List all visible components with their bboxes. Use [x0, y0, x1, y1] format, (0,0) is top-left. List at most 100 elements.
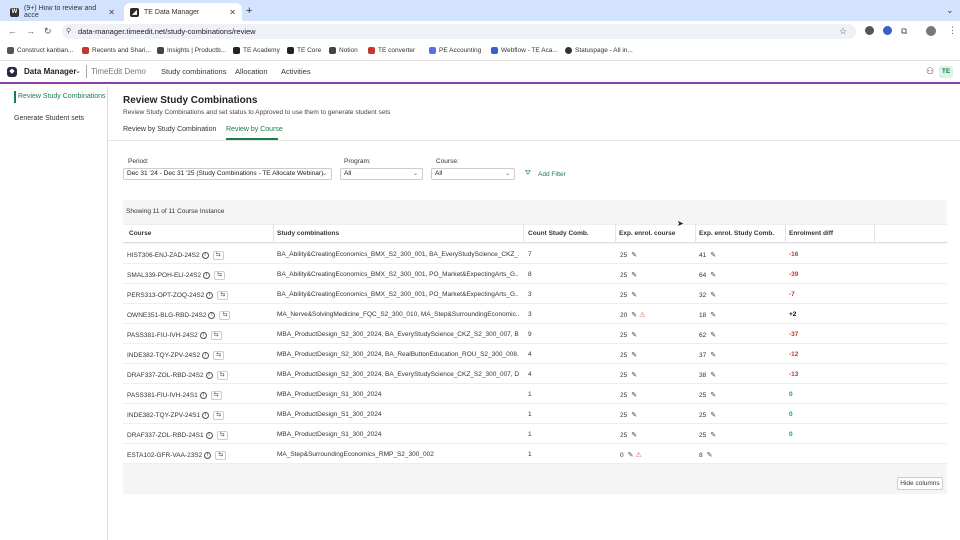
- info-icon[interactable]: i: [205, 372, 213, 379]
- edit-pencil-icon[interactable]: ✎: [631, 371, 637, 379]
- info-icon[interactable]: i: [204, 452, 212, 459]
- edit-pencil-icon[interactable]: ✎: [710, 331, 716, 339]
- program-select[interactable]: All ⌄: [340, 168, 423, 180]
- info-icon[interactable]: i: [201, 252, 209, 259]
- edit-pencil-icon[interactable]: ✎: [631, 351, 637, 359]
- product-chevron-down-icon[interactable]: ⌄: [75, 67, 81, 75]
- bookmark-item[interactable]: PE Accounting: [429, 47, 481, 54]
- nav-allocation[interactable]: Allocation: [235, 67, 268, 76]
- info-icon[interactable]: i: [202, 412, 210, 419]
- hide-columns-button[interactable]: Hide columns: [897, 477, 943, 490]
- extensions-puzzle-icon[interactable]: ⧉: [901, 26, 907, 37]
- column-header-exp-enrol-study-comb[interactable]: Exp. enrol. Study Comb.: [699, 230, 774, 237]
- table-row[interactable]: [123, 364, 947, 384]
- add-filter-button[interactable]: Add Filter: [538, 171, 566, 178]
- edit-pencil-icon[interactable]: ✎: [631, 311, 637, 319]
- swap-arrows-icon[interactable]: ⇆: [216, 371, 228, 380]
- edit-pencil-icon[interactable]: ✎: [710, 351, 716, 359]
- bookmark-item[interactable]: Recents and Shari...: [82, 47, 151, 54]
- nav-study-combinations[interactable]: Study combinations: [161, 67, 226, 76]
- browser-tab-2[interactable]: ◢ TE Data Manager ✕: [124, 3, 242, 21]
- swap-arrows-icon[interactable]: ⇆: [213, 351, 225, 360]
- swap-arrows-icon[interactable]: ⇆: [214, 271, 226, 280]
- extension-icon[interactable]: [865, 26, 874, 35]
- bookmark-item[interactable]: TE Core: [287, 47, 321, 54]
- new-tab-icon[interactable]: +: [246, 5, 252, 17]
- close-tab-icon[interactable]: ✕: [108, 8, 115, 17]
- period-select[interactable]: Dec 31 '24 - Dec 31 '25 (Study Combinati…: [123, 168, 332, 180]
- bookmark-item[interactable]: Webflow - TE Aca...: [491, 47, 558, 54]
- browser-tab-1[interactable]: W (9+) How to review and acce ✕: [4, 3, 121, 21]
- browser-menu-icon[interactable]: ⋮: [948, 25, 957, 36]
- info-icon[interactable]: i: [203, 272, 211, 279]
- sidebar-item-generate-student-sets[interactable]: Generate Student sets: [14, 115, 84, 122]
- column-header-exp-enrol-course[interactable]: Exp. enrol. course: [619, 230, 675, 237]
- table-row[interactable]: [123, 404, 947, 424]
- url-field[interactable]: data-manager.timeedit.net/study-combinat…: [62, 24, 856, 39]
- edit-pencil-icon[interactable]: ✎: [707, 451, 713, 459]
- info-icon[interactable]: i: [199, 392, 207, 399]
- bookmark-item[interactable]: Notion: [329, 47, 358, 54]
- edit-pencil-icon[interactable]: ✎: [710, 251, 716, 259]
- edit-pencil-icon[interactable]: ✎: [631, 391, 637, 399]
- table-row[interactable]: [123, 344, 947, 364]
- tab-menu-chevron-icon[interactable]: ⌄: [946, 5, 954, 16]
- forward-icon[interactable]: →: [26, 26, 35, 36]
- table-row[interactable]: [123, 284, 947, 304]
- edit-pencil-icon[interactable]: ✎: [631, 251, 637, 259]
- info-icon[interactable]: i: [208, 312, 216, 319]
- info-icon[interactable]: i: [205, 432, 213, 439]
- edit-pencil-icon[interactable]: ✎: [631, 291, 637, 299]
- bookmark-item[interactable]: Insights | Productb...: [157, 47, 226, 54]
- tab-review-by-course[interactable]: Review by Course: [226, 126, 283, 133]
- tab-review-by-study-combination[interactable]: Review by Study Combination: [123, 126, 216, 133]
- bookmark-item[interactable]: TE Academy: [233, 47, 280, 54]
- table-row[interactable]: [123, 324, 947, 344]
- te-badge[interactable]: TE: [939, 66, 953, 78]
- product-name[interactable]: Data Manager: [24, 67, 76, 76]
- swap-arrows-icon[interactable]: ⇆: [216, 431, 228, 440]
- edit-pencil-icon[interactable]: ✎: [710, 371, 716, 379]
- edit-pencil-icon[interactable]: ✎: [631, 331, 637, 339]
- swap-arrows-icon[interactable]: ⇆: [219, 311, 231, 320]
- edit-pencil-icon[interactable]: ✎: [628, 451, 634, 459]
- column-header-count-study-comb[interactable]: Count Study Comb.: [528, 230, 589, 237]
- bookmark-item[interactable]: Construct kanban...: [7, 47, 73, 54]
- swap-arrows-icon[interactable]: ⇆: [215, 451, 227, 460]
- column-header-course[interactable]: Course: [129, 230, 151, 237]
- course-select[interactable]: All ⌄: [431, 168, 515, 180]
- reload-icon[interactable]: ↻: [44, 26, 52, 37]
- table-row[interactable]: [123, 304, 947, 324]
- swap-arrows-icon[interactable]: ⇆: [213, 411, 225, 420]
- extension-icon[interactable]: [883, 26, 892, 35]
- swap-arrows-icon[interactable]: ⇆: [217, 291, 229, 300]
- table-row[interactable]: [123, 444, 947, 464]
- edit-pencil-icon[interactable]: ✎: [710, 291, 716, 299]
- site-info-icon[interactable]: ⚲: [66, 27, 71, 35]
- sidebar-item-review-study-combinations[interactable]: Review Study Combinations: [18, 93, 106, 100]
- column-header-enrolment-diff[interactable]: Enrolment diff: [789, 230, 833, 237]
- table-row[interactable]: [123, 384, 947, 404]
- info-icon[interactable]: i: [206, 292, 214, 299]
- info-icon[interactable]: i: [199, 332, 207, 339]
- edit-pencil-icon[interactable]: ✎: [631, 431, 637, 439]
- info-icon[interactable]: i: [202, 352, 210, 359]
- back-icon[interactable]: ←: [8, 26, 17, 36]
- table-row[interactable]: [123, 424, 947, 444]
- close-tab-icon[interactable]: ✕: [229, 8, 236, 17]
- edit-pencil-icon[interactable]: ✎: [710, 271, 716, 279]
- swap-arrows-icon[interactable]: ⇆: [210, 331, 222, 340]
- edit-pencil-icon[interactable]: ✎: [710, 431, 716, 439]
- edit-pencil-icon[interactable]: ✎: [710, 411, 716, 419]
- user-icon[interactable]: ⚇: [926, 66, 934, 77]
- swap-arrows-icon[interactable]: ⇆: [210, 391, 222, 400]
- edit-pencil-icon[interactable]: ✎: [710, 311, 716, 319]
- column-header-study-combinations[interactable]: Study combinations: [277, 230, 339, 237]
- bookmark-star-icon[interactable]: ☆: [839, 26, 847, 37]
- nav-activities[interactable]: Activities: [281, 67, 311, 76]
- edit-pencil-icon[interactable]: ✎: [631, 411, 637, 419]
- profile-avatar[interactable]: [926, 26, 936, 36]
- bookmark-item[interactable]: TE converter: [368, 47, 415, 54]
- bookmark-item[interactable]: Statuspage - All in...: [565, 47, 633, 54]
- edit-pencil-icon[interactable]: ✎: [710, 391, 716, 399]
